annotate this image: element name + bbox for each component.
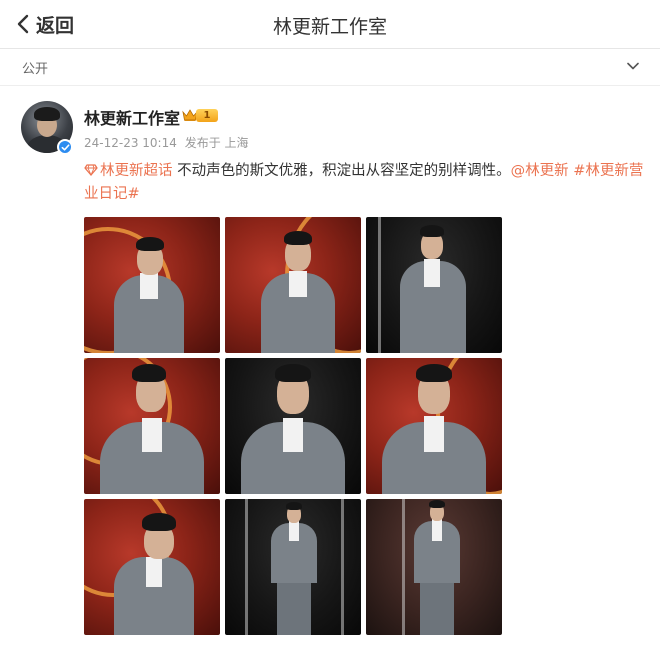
post-meta: 24-12-23 10:14 发布于 上海 xyxy=(84,134,253,151)
photo-4[interactable] xyxy=(84,358,220,494)
photo-5[interactable] xyxy=(225,358,361,494)
visibility-label: 公开 xyxy=(22,62,49,77)
chevron-down-icon[interactable] xyxy=(626,59,640,73)
topic-link[interactable]: 林更新超话 xyxy=(100,163,173,179)
photo-2[interactable] xyxy=(225,217,361,353)
verified-badge-icon xyxy=(57,139,73,155)
photo-6[interactable] xyxy=(366,358,502,494)
visibility-bar[interactable]: 公开 xyxy=(0,49,660,86)
member-level-badge: 1 xyxy=(196,109,218,122)
photo-8[interactable] xyxy=(225,499,361,635)
photo-grid xyxy=(84,217,502,636)
author-name[interactable]: 林更新工作室 xyxy=(84,105,180,129)
post-text: 林更新超话 不动声色的斯文优雅，积淀出从容坚定的别样调性。@林更新 #林更新营业… xyxy=(84,160,644,206)
avatar-hair xyxy=(34,107,60,121)
diamond-topic-icon xyxy=(84,164,98,176)
top-navigation-bar: 返回 林更新工作室 xyxy=(0,0,660,49)
photo-9[interactable] xyxy=(366,499,502,635)
photo-7[interactable] xyxy=(84,499,220,635)
page-title: 林更新工作室 xyxy=(272,16,387,38)
post-location: 发布于 上海 xyxy=(184,136,249,150)
photo-1[interactable] xyxy=(84,217,220,353)
photo-3[interactable] xyxy=(366,217,502,353)
mention-link[interactable]: @林更新 xyxy=(511,163,569,179)
post-timestamp: 24-12-23 10:14 xyxy=(84,136,177,150)
post-body-text: 不动声色的斯文优雅，积淀出从容坚定的别样调性。 xyxy=(172,163,511,179)
